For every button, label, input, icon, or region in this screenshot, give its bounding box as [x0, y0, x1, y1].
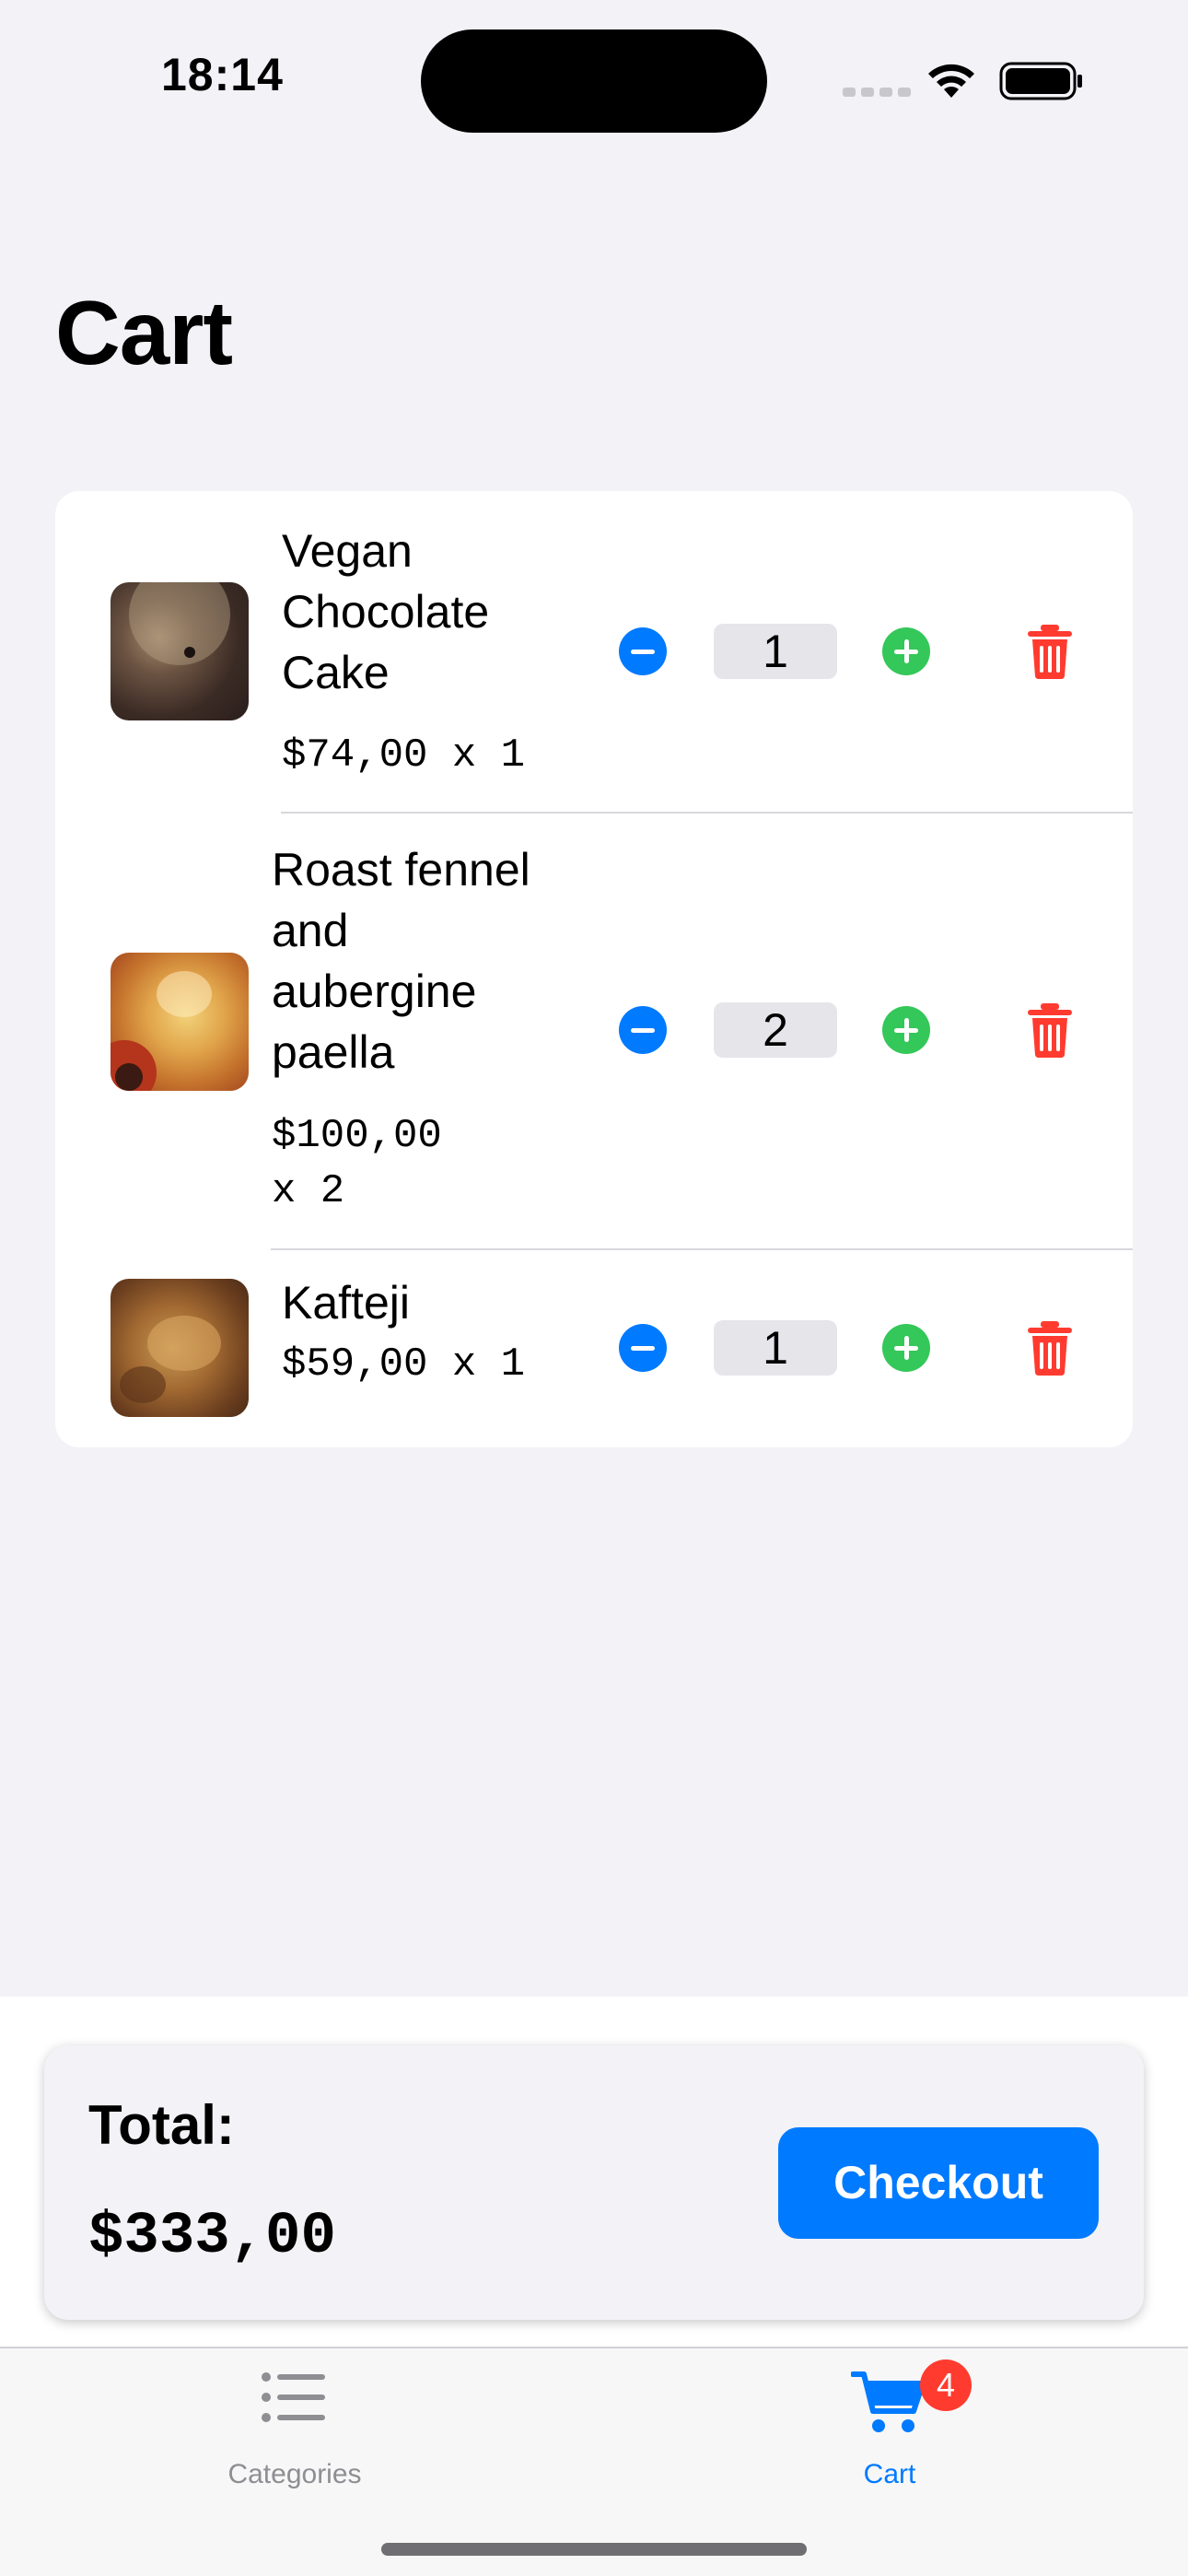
decrease-quantity-button[interactable]	[619, 1006, 667, 1054]
increase-quantity-button[interactable]	[882, 1324, 930, 1372]
tab-categories[interactable]: Categories	[157, 2348, 433, 2489]
decrease-quantity-button[interactable]	[619, 1324, 667, 1372]
cart-item: Vegan Chocolate Cake $74,00 x 1 1	[55, 491, 1133, 812]
home-indicator	[381, 2543, 807, 2556]
item-image	[111, 953, 249, 1091]
page-title: Cart	[55, 282, 233, 383]
cart-screen: 18:14 Cart Vegan Chocolate Cake $74,00 x…	[0, 0, 1188, 2576]
item-name: Vegan Chocolate Cake	[282, 525, 490, 698]
decrease-quantity-button[interactable]	[619, 627, 667, 675]
cart-badge: 4	[920, 2359, 972, 2411]
tab-cart[interactable]: 4 Cart	[751, 2348, 1028, 2489]
total-value: $333,00	[88, 2204, 336, 2270]
cart-item: Kafteji $59,00 x 1 1	[55, 1248, 1133, 1447]
checkout-button[interactable]: Checkout	[778, 2127, 1099, 2239]
tab-label: Categories	[227, 2459, 362, 2489]
increase-quantity-button[interactable]	[882, 627, 930, 675]
increase-quantity-button[interactable]	[882, 1006, 930, 1054]
item-name: Roast fennel and aubergine paella	[272, 844, 530, 1078]
item-price: $74,00 x 1	[282, 732, 526, 779]
quantity-field[interactable]: 1	[714, 1320, 837, 1376]
cart-icon	[851, 2371, 926, 2432]
tab-label: Cart	[863, 2459, 916, 2489]
list-icon	[262, 2372, 325, 2422]
cart-item: Roast fennel and aubergine paella $100,0…	[55, 812, 1133, 1248]
total-card: Total: $333,00 Checkout	[44, 2045, 1144, 2320]
tab-bar: Categories 4 Cart	[0, 2347, 1188, 2576]
item-name: Kafteji	[282, 1277, 410, 1329]
dynamic-island	[421, 29, 767, 133]
item-price: $100,00 x 2	[272, 1113, 442, 1214]
quantity-field[interactable]: 1	[714, 624, 837, 679]
total-label: Total:	[88, 2094, 235, 2156]
quantity-field[interactable]: 2	[714, 1002, 837, 1058]
cellular-signal-icon	[843, 88, 911, 97]
wifi-icon	[928, 64, 974, 98]
trash-icon[interactable]	[1026, 1319, 1074, 1376]
status-time: 18:14	[161, 49, 284, 100]
cart-list: Vegan Chocolate Cake $74,00 x 1 1 Roast …	[55, 491, 1133, 1447]
trash-icon[interactable]	[1026, 623, 1074, 680]
battery-icon	[999, 62, 1082, 100]
item-image	[111, 582, 249, 720]
item-price: $59,00 x 1	[282, 1341, 526, 1388]
trash-icon[interactable]	[1026, 1001, 1074, 1059]
item-image	[111, 1279, 249, 1417]
